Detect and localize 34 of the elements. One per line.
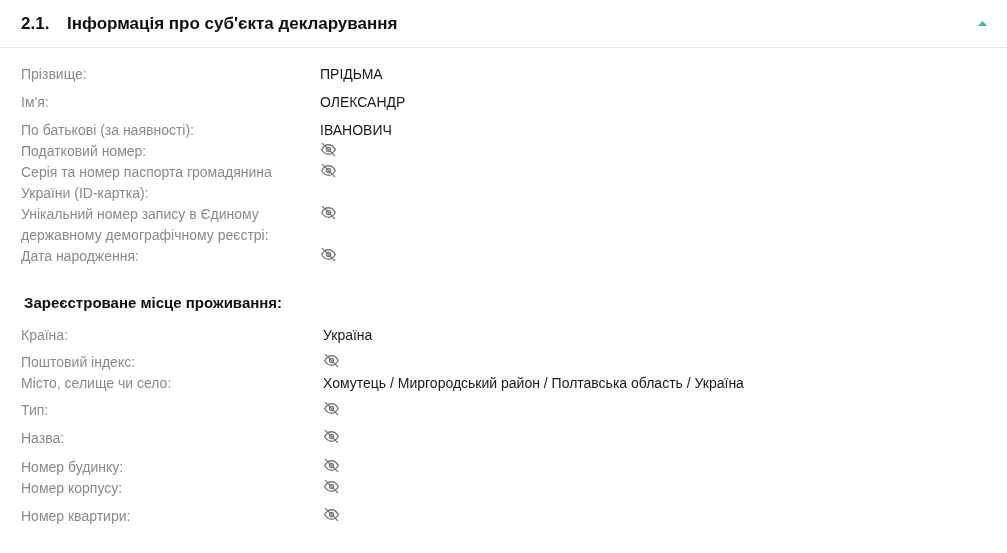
- field-label: Номер корпусу:: [21, 480, 123, 496]
- field-label: Серія та номер паспорта громадянина України (ID-картка):: [21, 164, 272, 201]
- field-value: Хомутець / Миргородський район / Полтавська область / Україна: [323, 375, 744, 391]
- hidden-eye-icon: [320, 163, 337, 178]
- field-label: Унікальний номер запису в Єдиному державному демографічному реєстрі:: [21, 206, 269, 243]
- field-label: Назва:: [21, 430, 65, 446]
- hidden-eye-icon: [320, 247, 337, 262]
- field-label: По батькові (за наявності):: [21, 122, 194, 138]
- field-label: Номер квартири:: [21, 508, 131, 524]
- field-value: Україна: [323, 327, 373, 343]
- field-value: ПРІДЬМА: [320, 66, 383, 82]
- collapse-toggle-icon[interactable]: [977, 20, 987, 27]
- hidden-eye-icon: [323, 401, 340, 416]
- hidden-eye-icon: [320, 142, 337, 157]
- field-label: Податковий номер:: [21, 143, 147, 159]
- section-number: 2.1.: [21, 12, 51, 35]
- field-label: Номер будинку:: [21, 459, 124, 475]
- field-label: Прізвище:: [21, 66, 87, 82]
- hidden-eye-icon: [323, 429, 340, 444]
- field-label: Тип:: [21, 402, 49, 418]
- field-label: Поштовий індекс:: [21, 354, 136, 370]
- hidden-eye-icon: [323, 353, 340, 368]
- field-label: Дата народження:: [21, 248, 139, 264]
- hidden-eye-icon: [323, 458, 340, 473]
- address-heading: Зареєстроване місце проживання:: [24, 294, 283, 311]
- section-title: Інформація про суб'єкта декларування: [67, 12, 399, 35]
- field-label: Ім'я:: [21, 94, 49, 110]
- field-label: Країна:: [21, 327, 69, 343]
- field-value: ОЛЕКСАНДР: [320, 94, 406, 110]
- hidden-eye-icon: [323, 507, 340, 522]
- field-value: ІВАНОВИЧ: [320, 122, 392, 138]
- hidden-eye-icon: [320, 205, 337, 220]
- hidden-eye-icon: [323, 479, 340, 494]
- field-label: Місто, селище чи село:: [21, 375, 172, 391]
